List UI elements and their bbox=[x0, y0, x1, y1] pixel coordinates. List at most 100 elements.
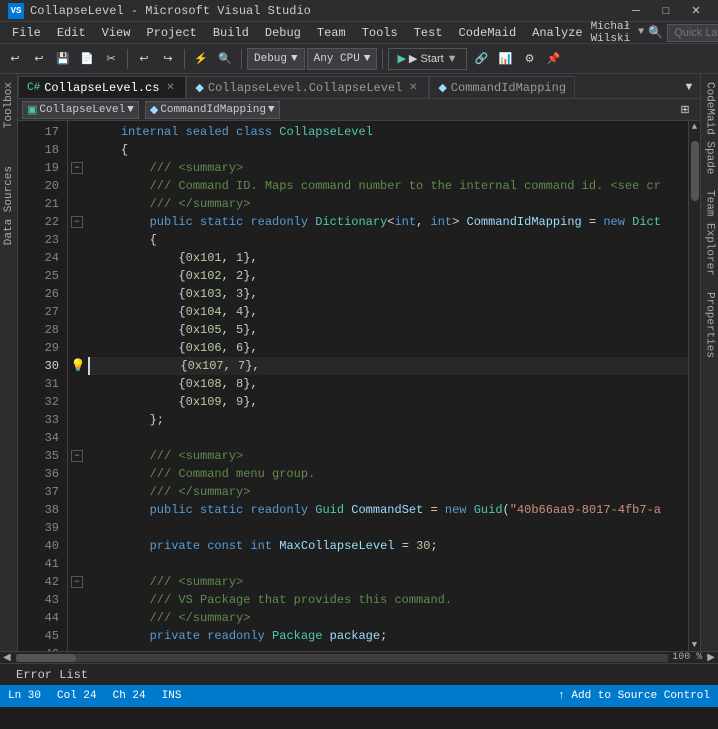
line-num-40: 40 bbox=[18, 537, 59, 555]
line-num-46: 46 bbox=[18, 645, 59, 651]
start-button[interactable]: ▶ ▶ Start ▼ bbox=[388, 48, 466, 70]
error-list-tab[interactable]: Error List bbox=[8, 664, 96, 686]
nav-expand-btn[interactable]: ⊞ bbox=[674, 99, 696, 121]
line-num-25: 25 bbox=[18, 267, 59, 285]
toolbar-btn-6[interactable]: ⚡ bbox=[190, 48, 212, 70]
code-line-20: /// Command ID. Maps command number to t… bbox=[88, 177, 688, 195]
toolbar-perf[interactable]: 📊 bbox=[495, 48, 517, 70]
code-line-46 bbox=[88, 645, 688, 651]
toolbar-pin[interactable]: 📌 bbox=[543, 48, 565, 70]
menu-tools[interactable]: Tools bbox=[354, 22, 406, 44]
menu-analyze[interactable]: Analyze bbox=[524, 22, 590, 44]
source-control-btn[interactable]: ↑ Add to Source Control bbox=[558, 690, 710, 702]
gutter-42[interactable]: − bbox=[68, 573, 88, 591]
collapse-42[interactable]: − bbox=[71, 576, 83, 588]
app-icon: VS bbox=[8, 3, 24, 19]
platform-label: Any CPU bbox=[314, 53, 360, 65]
line-num-34: 34 bbox=[18, 429, 59, 447]
platform-dropdown[interactable]: Any CPU ▼ bbox=[307, 48, 378, 70]
toolbar-btn-2[interactable]: ↩ bbox=[28, 48, 50, 70]
tab-close-2[interactable]: ✕ bbox=[406, 81, 420, 95]
h-scroll-track[interactable] bbox=[16, 654, 669, 662]
h-scroll-left-btn[interactable]: ◀ bbox=[0, 652, 14, 664]
menu-debug[interactable]: Debug bbox=[257, 22, 309, 44]
toolbox-label[interactable]: Toolbox bbox=[3, 78, 15, 132]
gutter-23 bbox=[68, 231, 88, 249]
nav-class-dropdown[interactable]: ▣ CollapseLevel ▼ bbox=[22, 101, 139, 119]
codemaid-spade-label[interactable]: CodeMaid Spade bbox=[704, 78, 716, 178]
minimize-button[interactable]: ─ bbox=[622, 2, 650, 20]
scroll-thumb[interactable] bbox=[691, 141, 699, 201]
right-panel: CodeMaid Spade Team Explorer Properties bbox=[700, 74, 718, 651]
code-content[interactable]: internal sealed class CollapseLevel { //… bbox=[88, 121, 688, 651]
collapse-22[interactable]: − bbox=[71, 216, 83, 228]
toolbar-btn-3[interactable]: 💾 bbox=[52, 48, 74, 70]
play-icon: ▶ bbox=[397, 52, 405, 65]
menu-build[interactable]: Build bbox=[205, 22, 257, 44]
title-text: CollapseLevel - Microsoft Visual Studio bbox=[30, 4, 616, 18]
toolbar-btn-5[interactable]: ✂ bbox=[100, 48, 122, 70]
gutter-39 bbox=[68, 519, 88, 537]
tab-overflow-btn[interactable]: ▼ bbox=[678, 76, 700, 98]
status-position[interactable]: Ln 30 bbox=[8, 690, 41, 702]
collapse-19[interactable]: − bbox=[71, 162, 83, 174]
menu-test[interactable]: Test bbox=[406, 22, 451, 44]
tab-commandid[interactable]: ◆ CommandIdMapping bbox=[429, 76, 575, 98]
start-label: ▶ Start bbox=[409, 52, 444, 65]
gutter-20 bbox=[68, 177, 88, 195]
gutter-19[interactable]: − bbox=[68, 159, 88, 177]
tab-label-3: CommandIdMapping bbox=[451, 81, 566, 95]
gutter-22[interactable]: − bbox=[68, 213, 88, 231]
properties-label[interactable]: Properties bbox=[704, 288, 716, 362]
close-button[interactable]: ✕ bbox=[682, 2, 710, 20]
code-line-25: {0x102, 2}, bbox=[88, 267, 688, 285]
tab-collapse-level[interactable]: C# CollapseLevel.cs ✕ bbox=[18, 76, 186, 98]
gutter: − − 💡 − bbox=[68, 121, 88, 651]
gutter-35[interactable]: − bbox=[68, 447, 88, 465]
vertical-scrollbar[interactable]: ▲ ▼ bbox=[688, 121, 700, 651]
collapse-35[interactable]: − bbox=[71, 450, 83, 462]
toolbar-ext[interactable]: ⚙ bbox=[519, 48, 541, 70]
redo-button[interactable]: ↪ bbox=[157, 48, 179, 70]
menu-codemaid[interactable]: CodeMaid bbox=[451, 22, 525, 44]
toolbar-btn-4[interactable]: 📄 bbox=[76, 48, 98, 70]
debug-config-dropdown[interactable]: Debug ▼ bbox=[247, 48, 305, 70]
gutter-33 bbox=[68, 411, 88, 429]
scroll-up-btn[interactable]: ▲ bbox=[689, 121, 700, 133]
menu-edit[interactable]: Edit bbox=[49, 22, 94, 44]
menu-file[interactable]: File bbox=[4, 22, 49, 44]
gutter-25 bbox=[68, 267, 88, 285]
code-line-38: public static readonly Guid CommandSet =… bbox=[88, 501, 688, 519]
line-numbers: 17 18 19 20 21 22 23 24 25 26 27 28 29 3… bbox=[18, 121, 68, 651]
menu-team[interactable]: Team bbox=[309, 22, 354, 44]
lightbulb-icon[interactable]: 💡 bbox=[71, 357, 86, 375]
menu-view[interactable]: View bbox=[94, 22, 139, 44]
toolbar-btn-1[interactable]: ↩ bbox=[4, 48, 26, 70]
nav-member-dropdown[interactable]: ◆ CommandIdMapping ▼ bbox=[145, 101, 280, 119]
code-line-31: {0x108, 8}, bbox=[88, 375, 688, 393]
gutter-40 bbox=[68, 537, 88, 555]
toolbar-btn-7[interactable]: 🔍 bbox=[214, 48, 236, 70]
status-mode[interactable]: INS bbox=[162, 690, 182, 702]
scroll-down-btn[interactable]: ▼ bbox=[689, 639, 700, 651]
h-scroll-thumb[interactable] bbox=[16, 654, 76, 662]
line-num-43: 43 bbox=[18, 591, 59, 609]
toolbar-attach[interactable]: 🔗 bbox=[471, 48, 493, 70]
line-num-35: 35 bbox=[18, 447, 59, 465]
tab-close-1[interactable]: ✕ bbox=[163, 81, 177, 95]
data-sources-label[interactable]: Data Sources bbox=[3, 162, 15, 249]
maximize-button[interactable]: □ bbox=[652, 2, 680, 20]
status-col[interactable]: Col 24 bbox=[57, 690, 97, 702]
line-num-24: 24 bbox=[18, 249, 59, 267]
zoom-level[interactable]: 100 % bbox=[670, 652, 704, 663]
status-ch[interactable]: Ch 24 bbox=[113, 690, 146, 702]
code-line-18: { bbox=[88, 141, 688, 159]
menu-project[interactable]: Project bbox=[138, 22, 204, 44]
tab-namespace[interactable]: ◆ CollapseLevel.CollapseLevel ✕ bbox=[186, 76, 429, 98]
quick-launch-input[interactable] bbox=[667, 24, 718, 42]
code-line-42: /// <summary> bbox=[88, 573, 688, 591]
team-explorer-label[interactable]: Team Explorer bbox=[704, 186, 716, 280]
undo-button[interactable]: ↩ bbox=[133, 48, 155, 70]
h-scroll-right-btn[interactable]: ▶ bbox=[704, 652, 718, 664]
code-line-24: {0x101, 1}, bbox=[88, 249, 688, 267]
